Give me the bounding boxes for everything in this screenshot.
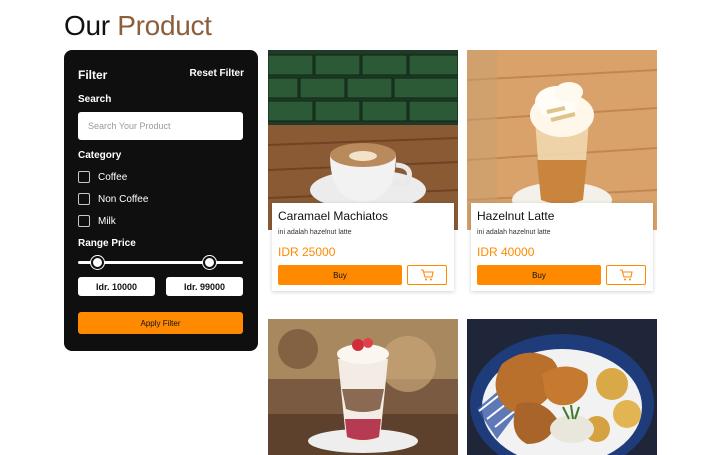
checkbox[interactable] — [78, 171, 90, 183]
apply-filter-button[interactable]: Apply Filter — [78, 312, 243, 334]
filter-panel: Filter Reset Filter Search Category Coff… — [64, 50, 258, 351]
product-info: Caramael Machiatos ini adalah hazelnut l… — [272, 203, 454, 291]
category-option-coffee[interactable]: Coffee — [78, 171, 127, 183]
min-price-field[interactable]: Idr. 10000 — [78, 277, 155, 296]
category-option-label: Coffee — [98, 171, 128, 183]
range-price-label: Range Price — [78, 238, 136, 249]
product-price: IDR 40000 — [477, 245, 535, 259]
cart-icon — [620, 269, 633, 281]
search-label: Search — [78, 94, 112, 105]
reset-filter-button[interactable]: Reset Filter — [190, 68, 244, 79]
title-prefix: Our — [64, 10, 110, 41]
buy-button[interactable]: Buy — [278, 265, 402, 285]
price-range-min-handle[interactable] — [91, 256, 104, 269]
title-accent: Product — [117, 10, 212, 41]
product-description: ini adalah hazelnut latte — [477, 229, 551, 236]
cart-icon — [421, 269, 434, 281]
product-name[interactable]: Caramael Machiatos — [278, 209, 388, 223]
add-to-cart-button[interactable] — [606, 265, 646, 285]
price-range-max-handle[interactable] — [203, 256, 216, 269]
checkbox[interactable] — [78, 215, 90, 227]
category-option-label: Non Coffee — [98, 193, 149, 205]
checkbox[interactable] — [78, 193, 90, 205]
page-title: Our Product — [64, 10, 212, 42]
category-label: Category — [78, 150, 122, 161]
category-option-milk[interactable]: Milk — [78, 215, 116, 227]
add-to-cart-button[interactable] — [407, 265, 447, 285]
product-name[interactable]: Hazelnut Latte — [477, 209, 554, 223]
fried-chicken-photo[interactable] — [467, 319, 657, 455]
product-info: Hazelnut Latte ini adalah hazelnut latte… — [471, 203, 653, 291]
filter-title: Filter — [78, 68, 108, 82]
max-price-field[interactable]: Idr. 99000 — [166, 277, 243, 296]
category-option-label: Milk — [98, 215, 116, 227]
product-price: IDR 25000 — [278, 245, 336, 259]
parfait-dessert-photo[interactable] — [268, 319, 458, 455]
buy-button[interactable]: Buy — [477, 265, 601, 285]
category-option-non-coffee[interactable]: Non Coffee — [78, 193, 148, 205]
product-description: ini adalah hazelnut latte — [278, 229, 352, 236]
search-input[interactable] — [78, 112, 243, 140]
